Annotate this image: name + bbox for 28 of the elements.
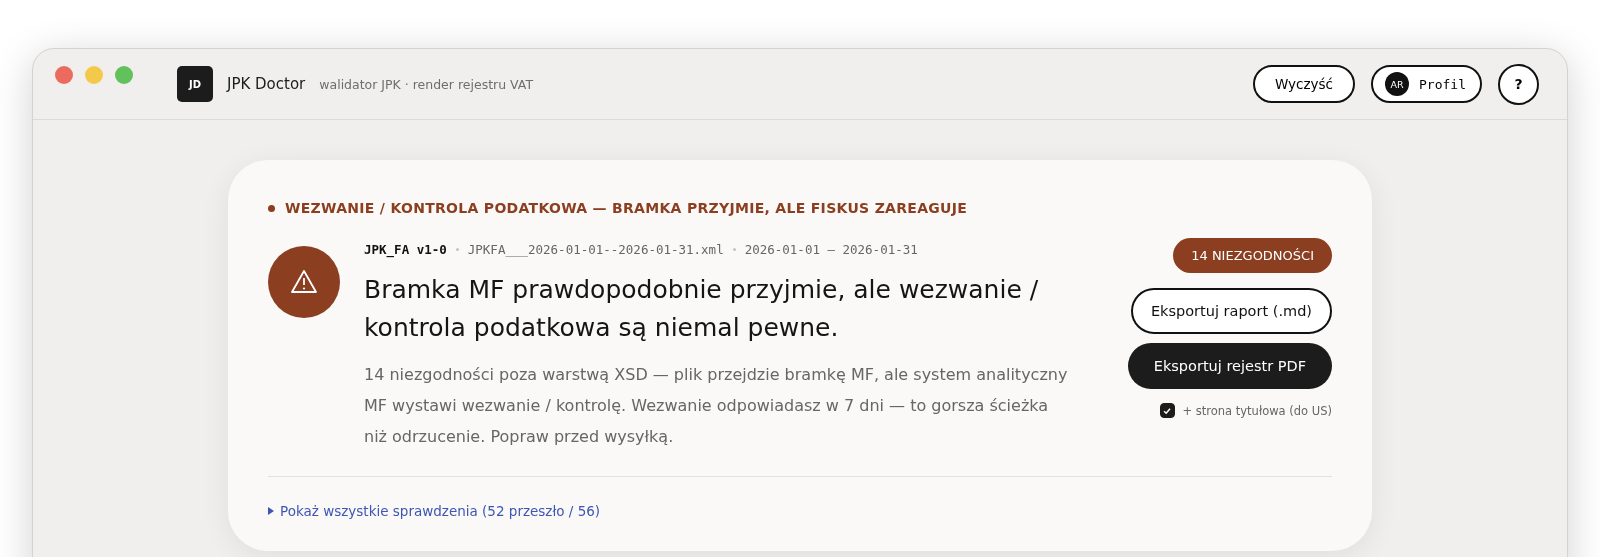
caret-icon	[268, 507, 274, 515]
export-pdf-button[interactable]: Eksportuj rejestr PDF	[1127, 343, 1332, 389]
export-report-button[interactable]: Eksportuj raport (.md)	[1130, 288, 1332, 334]
app-logo: JD	[177, 66, 213, 102]
separator-dot-icon	[455, 248, 459, 251]
avatar-initials: AR	[1385, 72, 1410, 96]
title-page-label: + strona tytułowa (do US)	[1182, 403, 1332, 418]
result-description: 14 niezgodności poza warstwą XSD — plik przejdzie bramkę MF, ale system analityczny MF wystawi wezwanie / kontrolę. Wezwanie odpowiadasz w 7 dni — to gorsza ścieżka niż odrzucenie. Popraw przed wysyłką.	[364, 364, 1069, 448]
warning-icon	[268, 246, 340, 318]
file-meta: JPKFA___2026-01-01--2026-01-31.xml	[467, 242, 724, 257]
status-label: WEZWANIE / KONTROLA PODATKOWA — BRAMKA PRZYJMIE, ALE FISKUS ZAREAGUJE	[285, 200, 968, 216]
separator-dot-icon	[732, 248, 736, 251]
minimize-icon[interactable]	[85, 66, 103, 84]
app-subtitle: walidator JPK · render rejestru VAT	[319, 76, 534, 92]
app-title: JPK Doctor	[227, 75, 306, 93]
issue-count-badge: 14 NIEZGODNOŚCI	[1173, 238, 1332, 273]
status-dot-icon	[268, 204, 275, 212]
result-headline: Bramka MF prawdopodobnie przyjmie, ale wezwanie / kontrola podatkowa są niemal pewne.	[364, 274, 1040, 344]
help-button[interactable]: ?	[1498, 63, 1539, 105]
close-icon[interactable]	[55, 66, 73, 84]
title-page-checkbox[interactable]	[1159, 403, 1175, 418]
checkmark-icon	[1162, 405, 1172, 416]
maximize-icon[interactable]	[115, 66, 133, 84]
file-meta: JPK_FA v1-0	[364, 242, 447, 257]
show-checks-link[interactable]: Pokaż wszystkie sprawdzenia (52 przeszło / 56)	[268, 503, 601, 519]
clear-button[interactable]: Wyczyść	[1252, 65, 1356, 103]
file-meta: 2026-01-01 — 2026-01-31	[744, 242, 918, 257]
profile-button[interactable]: AR Profil	[1371, 65, 1482, 103]
